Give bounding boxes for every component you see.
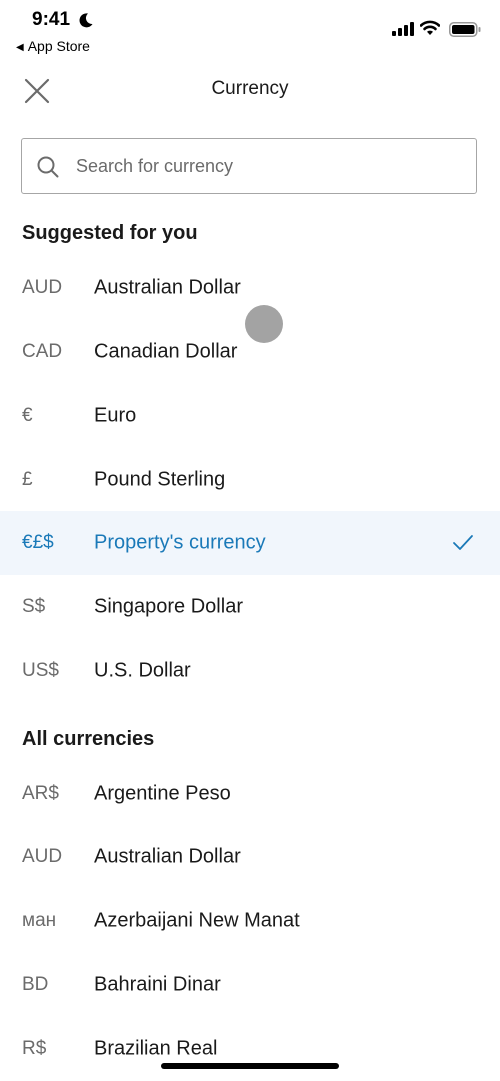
currency-row-usd[interactable]: US$ U.S. Dollar: [0, 639, 500, 703]
search-field[interactable]: [21, 138, 477, 194]
currency-symbol: R$: [22, 1038, 47, 1059]
currency-name: Property's currency: [94, 531, 266, 554]
all-currencies-section-title: All currencies: [22, 728, 155, 750]
status-time: 9:41: [32, 9, 71, 30]
currency-name: Pound Sterling: [94, 468, 226, 491]
moon-icon: [79, 13, 93, 28]
currency-name: Brazilian Real: [94, 1037, 218, 1060]
currency-row-azn[interactable]: ман Azerbaijani New Manat: [0, 889, 500, 953]
currency-symbol: €: [22, 405, 33, 426]
currency-name: Euro: [94, 404, 137, 427]
nav-bar: Currency: [0, 64, 500, 114]
currency-name: Australian Dollar: [94, 845, 241, 868]
currency-symbol: S$: [22, 596, 46, 617]
currency-symbol: BD: [22, 974, 49, 995]
search-input[interactable]: [74, 139, 468, 194]
currency-row-ars[interactable]: AR$ Argentine Peso: [0, 762, 500, 826]
currency-row-brl[interactable]: R$ Brazilian Real: [0, 1017, 500, 1081]
search-icon: [37, 156, 59, 178]
currency-row-gbp[interactable]: £ Pound Sterling: [0, 448, 500, 512]
currency-name: Argentine Peso: [94, 782, 231, 805]
currency-name: U.S. Dollar: [94, 659, 191, 682]
status-bar: 9:41 ◀ App Store: [0, 0, 500, 60]
currency-symbol: AR$: [22, 783, 59, 804]
currency-name: Bahraini Dinar: [94, 973, 221, 996]
currency-name: Azerbaijani New Manat: [94, 909, 300, 932]
currency-name: Australian Dollar: [94, 276, 241, 299]
back-app-label: App Store: [27, 38, 90, 54]
wifi-icon: [420, 20, 440, 35]
currency-name: Canadian Dollar: [94, 340, 238, 363]
currency-symbol: AUD: [22, 846, 63, 867]
currency-row-aud[interactable]: AUD Australian Dollar: [0, 825, 500, 889]
page-title: Currency: [211, 78, 289, 99]
currency-row-bhd[interactable]: BD Bahraini Dinar: [0, 953, 500, 1017]
currency-symbol: £: [22, 469, 33, 490]
back-to-app-store[interactable]: ◀ App Store: [16, 38, 90, 54]
home-indicator[interactable]: [161, 1063, 339, 1069]
back-triangle-icon: ◀: [16, 42, 24, 53]
suggested-section-title: Suggested for you: [22, 222, 198, 244]
currency-symbol: AUD: [22, 277, 63, 298]
currency-name: Singapore Dollar: [94, 595, 243, 618]
battery-icon: [449, 22, 481, 37]
currency-row-euro[interactable]: € Euro: [0, 384, 500, 448]
currency-symbol: €£$: [22, 532, 54, 553]
currency-symbol: CAD: [22, 341, 63, 362]
touch-indicator: [245, 305, 283, 343]
signal-icon: [392, 22, 414, 36]
currency-symbol: US$: [22, 660, 59, 681]
currency-row-property-currency[interactable]: €£$ Property's currency: [0, 511, 500, 575]
currency-symbol: ман: [22, 910, 57, 931]
checkmark-icon: [453, 535, 473, 550]
currency-row-sgd[interactable]: S$ Singapore Dollar: [0, 575, 500, 639]
